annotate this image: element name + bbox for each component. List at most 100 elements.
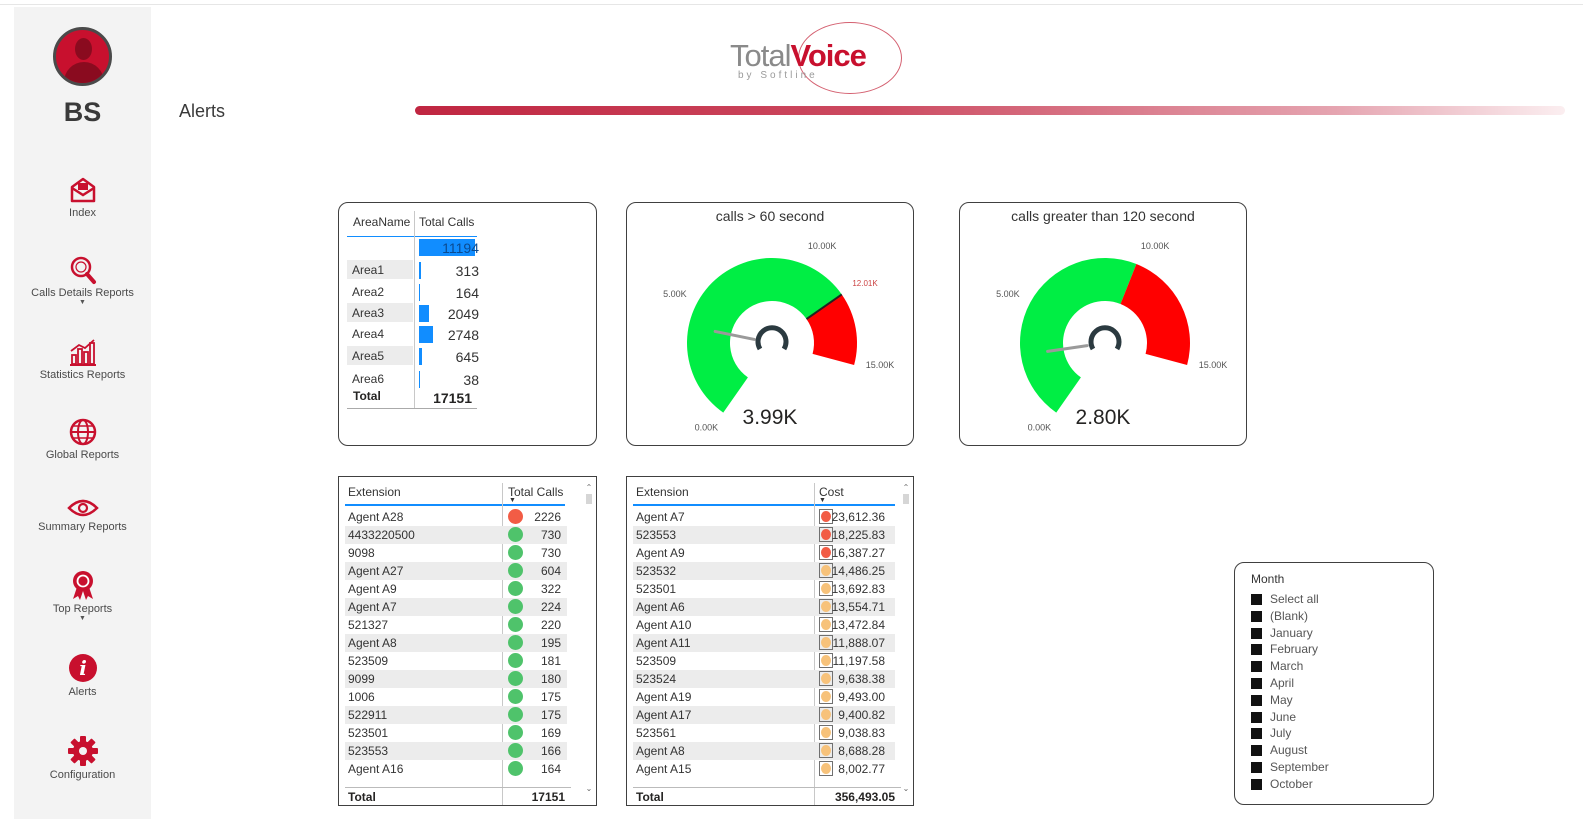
gauge-value: 3.99K: [742, 406, 798, 429]
avatar[interactable]: [53, 27, 112, 86]
table-row[interactable]: Area3 2049: [347, 303, 479, 323]
chevron-down-icon[interactable]: ▼: [14, 299, 151, 306]
nav-item-summary-reports[interactable]: Summary Reports: [14, 497, 151, 533]
table-row[interactable]: Agent A6 13,554.71: [633, 598, 895, 616]
checkbox: [1251, 594, 1262, 605]
gauge-hub: [755, 325, 789, 351]
table-row[interactable]: Area5 645: [347, 346, 479, 366]
column-header-extension[interactable]: Extension: [636, 485, 689, 499]
status-indicator: [819, 743, 833, 758]
sort-desc-icon[interactable]: ▼: [509, 497, 516, 504]
table-row[interactable]: Agent A9 322: [345, 580, 567, 598]
table-row[interactable]: 523501 13,692.83: [633, 580, 895, 598]
nav-item-index[interactable]: Index: [14, 175, 151, 219]
column-header-total-calls[interactable]: Total Calls: [508, 485, 563, 499]
month-slicer[interactable]: Month Select all (Blank) January February Ma…: [1234, 562, 1434, 805]
table-row[interactable]: Agent A8 195: [345, 634, 567, 652]
table-total-row: Total 17151: [345, 787, 571, 805]
nav-item-alerts[interactable]: i Alerts: [14, 652, 151, 698]
table-row[interactable]: Agent A7 224: [345, 598, 567, 616]
table-row[interactable]: 521327 220: [345, 616, 567, 634]
table-row[interactable]: Agent A28 2226: [345, 508, 567, 526]
table-row[interactable]: 523524 9,638.38: [633, 670, 895, 688]
gauge-tick-label: 5.00K: [996, 289, 1020, 299]
table-row[interactable]: Agent A15 8,002.77: [633, 760, 895, 778]
table-row[interactable]: 523553 18,225.83: [633, 526, 895, 544]
total-value: 17151: [433, 390, 472, 406]
column-header-extension[interactable]: Extension: [348, 485, 401, 499]
total-label: Total: [353, 389, 381, 403]
extension-calls-table[interactable]: Extension Total Calls ▼ Agent A28 2226 443…: [338, 476, 597, 806]
nav-item-top-reports[interactable]: Top Reports ▼: [14, 569, 151, 622]
checkbox: [1251, 745, 1262, 757]
table-row[interactable]: Agent A11 11,888.07: [633, 634, 895, 652]
table-row[interactable]: Agent A10 13,472.84: [633, 616, 895, 634]
table-row[interactable]: 523561 9,038.83: [633, 724, 895, 742]
checkbox: [1251, 762, 1262, 773]
table-row[interactable]: 4433220500 730: [345, 526, 567, 544]
table-row[interactable]: Area4 2748: [347, 324, 479, 344]
table-row[interactable]: Agent A17 9,400.82: [633, 706, 895, 724]
table-row[interactable]: Area6 38: [347, 369, 479, 389]
table-row[interactable]: 523509 11,197.58: [633, 652, 895, 670]
table-row[interactable]: Agent A27 604: [345, 562, 567, 580]
vertical-scrollbar[interactable]: ⌃ ⌄: [584, 483, 594, 793]
table-row[interactable]: 523501 169: [345, 724, 567, 742]
gauge-hub: [1088, 325, 1122, 351]
status-indicator: [819, 653, 833, 668]
nav-item-statistics-reports[interactable]: Statistics Reports: [14, 337, 151, 381]
scroll-down-icon: ⌄: [585, 784, 593, 793]
slicer-title: Month: [1251, 572, 1285, 586]
top-divider: [0, 4, 1583, 5]
nav-item-global-reports[interactable]: Global Reports: [14, 417, 151, 461]
table-row[interactable]: 1006 175: [345, 688, 567, 706]
table-row[interactable]: Area1 313: [347, 260, 479, 280]
table-row[interactable]: 523509 181: [345, 652, 567, 670]
table-row[interactable]: 523553 166: [345, 742, 567, 760]
checkbox: [1251, 728, 1262, 740]
nav-label-configuration: Configuration: [49, 769, 116, 781]
gauge-calls-over-120s[interactable]: calls greater than 120 second 0.00K 5.00K…: [959, 202, 1247, 446]
scroll-up-icon: ⌃: [902, 483, 910, 492]
status-indicator: [819, 707, 833, 722]
table-row[interactable]: Agent A9 16,387.27: [633, 544, 895, 562]
gauge-max-label: 15.00K: [1199, 360, 1228, 370]
nav-label-global: Global Reports: [45, 449, 120, 461]
status-indicator: [508, 545, 523, 560]
column-header-total-calls[interactable]: Total Calls: [419, 215, 474, 229]
area-calls-table[interactable]: AreaName Total Calls 11194 Area1 313 Area2 1…: [338, 202, 597, 446]
table-row[interactable]: Agent A7 23,612.36: [633, 508, 895, 526]
extension-cost-table[interactable]: Extension Cost ▼ Agent A7 23,612.36 523553…: [626, 476, 914, 806]
status-indicator: [508, 563, 523, 578]
sort-desc-icon[interactable]: ▼: [819, 497, 826, 504]
status-indicator: [508, 689, 523, 704]
gauge-tick-label: 10.00K: [1141, 241, 1170, 251]
table-row[interactable]: Agent A19 9,493.00: [633, 688, 895, 706]
nav-item-configuration[interactable]: Configuration: [14, 735, 151, 781]
table-row[interactable]: Area2 164: [347, 282, 479, 302]
table-row[interactable]: Agent A8 8,688.28: [633, 742, 895, 760]
gauge-calls-over-60s[interactable]: calls > 60 second 0.00K 5.00K 10.00K 12.01K…: [626, 202, 914, 446]
table-row[interactable]: 523532 14,486.25: [633, 562, 895, 580]
status-indicator: [508, 527, 523, 542]
award-icon: [72, 571, 93, 600]
chevron-down-icon[interactable]: ▼: [14, 615, 151, 622]
status-indicator: [819, 725, 833, 740]
alert-icon: i: [68, 654, 97, 682]
table-row[interactable]: 522911 175: [345, 706, 567, 724]
table-row[interactable]: 9098 730: [345, 544, 567, 562]
column-header-areaname[interactable]: AreaName: [353, 215, 410, 229]
totalvoice-logo: TotalVoice by Softline: [730, 22, 905, 94]
table-row[interactable]: Agent A16 164: [345, 760, 567, 778]
nav-item-calls-details-reports[interactable]: Calls Details Reports ▼: [14, 255, 151, 306]
data-bar: [419, 262, 421, 279]
status-indicator: [508, 671, 523, 686]
nav-label-alerts: Alerts: [68, 686, 97, 698]
nav-label-top: Top Reports: [52, 603, 113, 615]
table-row[interactable]: 11194: [347, 237, 479, 257]
status-indicator: [508, 599, 523, 614]
nav-label-calls-details: Calls Details Reports: [31, 287, 134, 299]
vertical-scrollbar[interactable]: ⌃ ⌄: [901, 483, 911, 793]
table-row[interactable]: 9099 180: [345, 670, 567, 688]
status-indicator: [819, 671, 833, 686]
